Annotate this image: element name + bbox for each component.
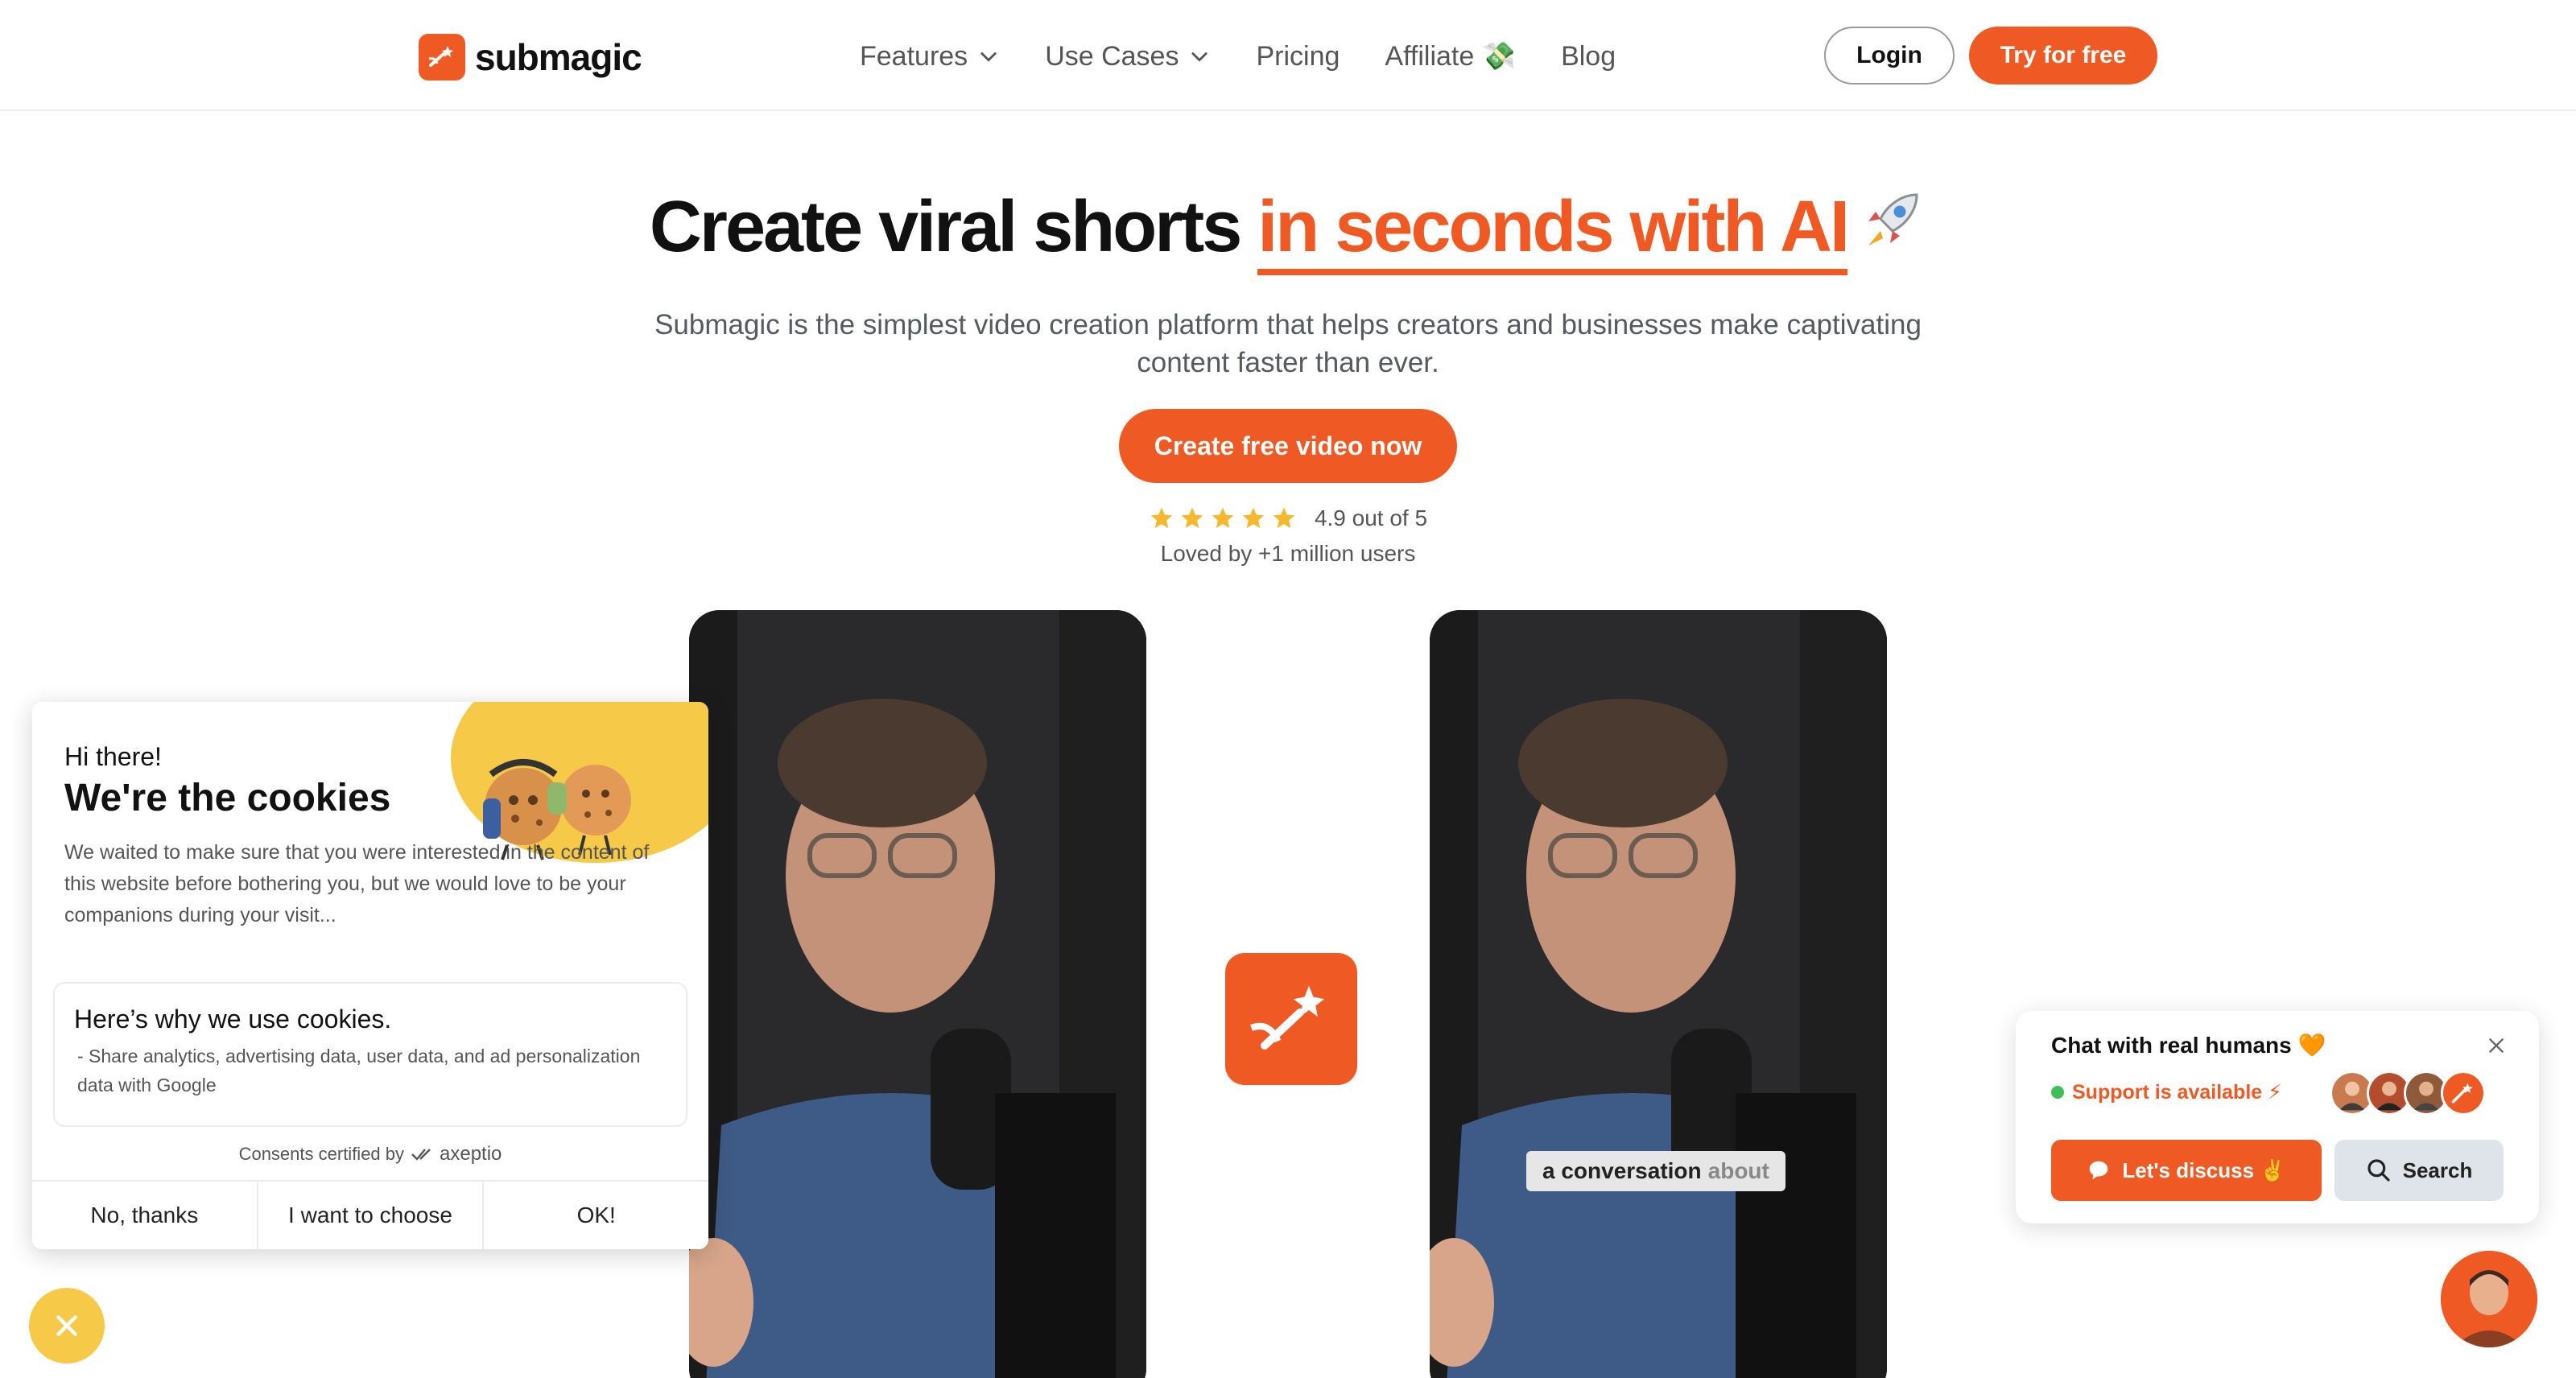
rating-text: 4.9 out of 5 [1314,505,1428,530]
star-icon [1212,507,1234,528]
cookie-decline-button[interactable]: No, thanks [32,1182,258,1249]
nav-item-affiliate[interactable]: Affiliate 💸 [1385,35,1516,77]
nav-item-pricing[interactable]: Pricing [1256,35,1340,77]
speaker-video-frame [689,610,1146,1378]
hero-subtitle: Submagic is the simplest video creation … [654,309,1922,378]
rocket-icon [1868,193,1918,245]
nav-item-features[interactable]: Features [860,35,1000,77]
star-icon [1150,507,1173,528]
cookie-banner: Hi there! We're the cookies We waited to… [32,702,708,1249]
certifier-name[interactable]: axeptio [440,1143,502,1166]
consent-certification: Consents certified by axeptio [32,1143,708,1166]
cookie-actions: No, thanks I want to choose OK! [32,1180,708,1249]
brand-logo[interactable]: submagic [419,34,642,80]
chat-bubble-icon [2090,1161,2108,1180]
axeptio-check-icon [411,1149,431,1161]
nav-item-label: Features [860,40,968,72]
nav-item-label: Pricing [1256,40,1340,72]
speaker-video-frame [1430,610,1887,1378]
chevron-down-icon [1191,52,1208,62]
star-icon [1181,507,1203,528]
cookie-title: We're the cookies [64,777,391,819]
chat-widget: Chat with real humans 🧡 Support is avail… [2016,1011,2539,1223]
close-icon[interactable] [2486,1035,2507,1056]
top-navbar: submagic Features Use Cases Pricing Affi… [0,0,2576,111]
cookie-choose-button[interactable]: I want to choose [258,1182,485,1249]
hero-title: Create viral shorts in seconds with AI [0,185,2576,275]
support-agent-avatar [2441,1251,2537,1347]
cookie-greeting: Hi there! [64,742,162,771]
nav-item-label: Affiliate 💸 [1385,41,1517,72]
nav-item-blog[interactable]: Blog [1561,35,1616,77]
nav-item-label: Use Cases [1045,40,1179,72]
support-avatars [2330,1071,2486,1116]
rating-row: 4.9 out of 5 [0,505,2576,531]
caption-bold: a conversation [1542,1158,1702,1183]
caption-muted: about [1707,1158,1769,1183]
chat-title: Chat with real humans 🧡 [2051,1033,2326,1058]
try-for-free-button[interactable]: Try for free [1969,27,2157,85]
cookie-reason-item: - Share analytics, advertising data, use… [77,1046,641,1095]
chevron-down-icon [980,52,997,62]
video-caption: a conversation about [1526,1151,1785,1191]
chat-launcher-avatar[interactable] [2441,1251,2537,1347]
star-icon [1242,507,1265,528]
cookie-reasons-title: Here’s why we use cookies. [74,1005,392,1034]
brand-name: submagic [475,36,642,78]
main-nav: Features Use Cases Pricing Affiliate 💸 B… [860,35,1616,77]
cookie-reasons-box: Here’s why we use cookies. - Share analy… [53,982,687,1127]
hero-title-plain: Create viral shorts [649,187,1258,267]
hero-title-accent: in seconds with AI [1257,187,1850,275]
support-status-text: Support is available ⚡ [2072,1081,2282,1104]
close-icon [56,1315,77,1336]
magic-wand-icon [1225,953,1357,1085]
loved-by-text: Loved by +1 million users [1160,541,1416,566]
cookie-close-toggle[interactable] [29,1288,105,1364]
login-button[interactable]: Login [1824,27,1955,85]
magic-wand-logo-icon [419,34,465,80]
certified-text: Consents certified by [238,1144,405,1164]
create-video-button[interactable]: Create free video now [1119,409,1457,483]
nav-item-use-cases[interactable]: Use Cases [1045,35,1211,77]
support-status: Support is available ⚡ [2051,1080,2282,1104]
chat-search-label: Search [2402,1157,2473,1182]
search-icon [2368,1159,2390,1182]
star-icon [1273,507,1295,528]
video-before[interactable] [689,610,1146,1378]
chat-search-button[interactable]: Search [2334,1140,2504,1201]
nav-item-label: Blog [1561,40,1616,72]
submagic-avatar [2441,1071,2486,1116]
online-status-dot [2051,1086,2064,1099]
cookie-accept-button[interactable]: OK! [484,1182,708,1249]
video-after[interactable]: a conversation about [1430,610,1887,1378]
lets-discuss-label: Let's discuss ✌️ [2122,1157,2286,1182]
lets-discuss-button[interactable]: Let's discuss ✌️ [2051,1140,2322,1201]
cookie-body: We waited to make sure that you were int… [64,841,650,926]
